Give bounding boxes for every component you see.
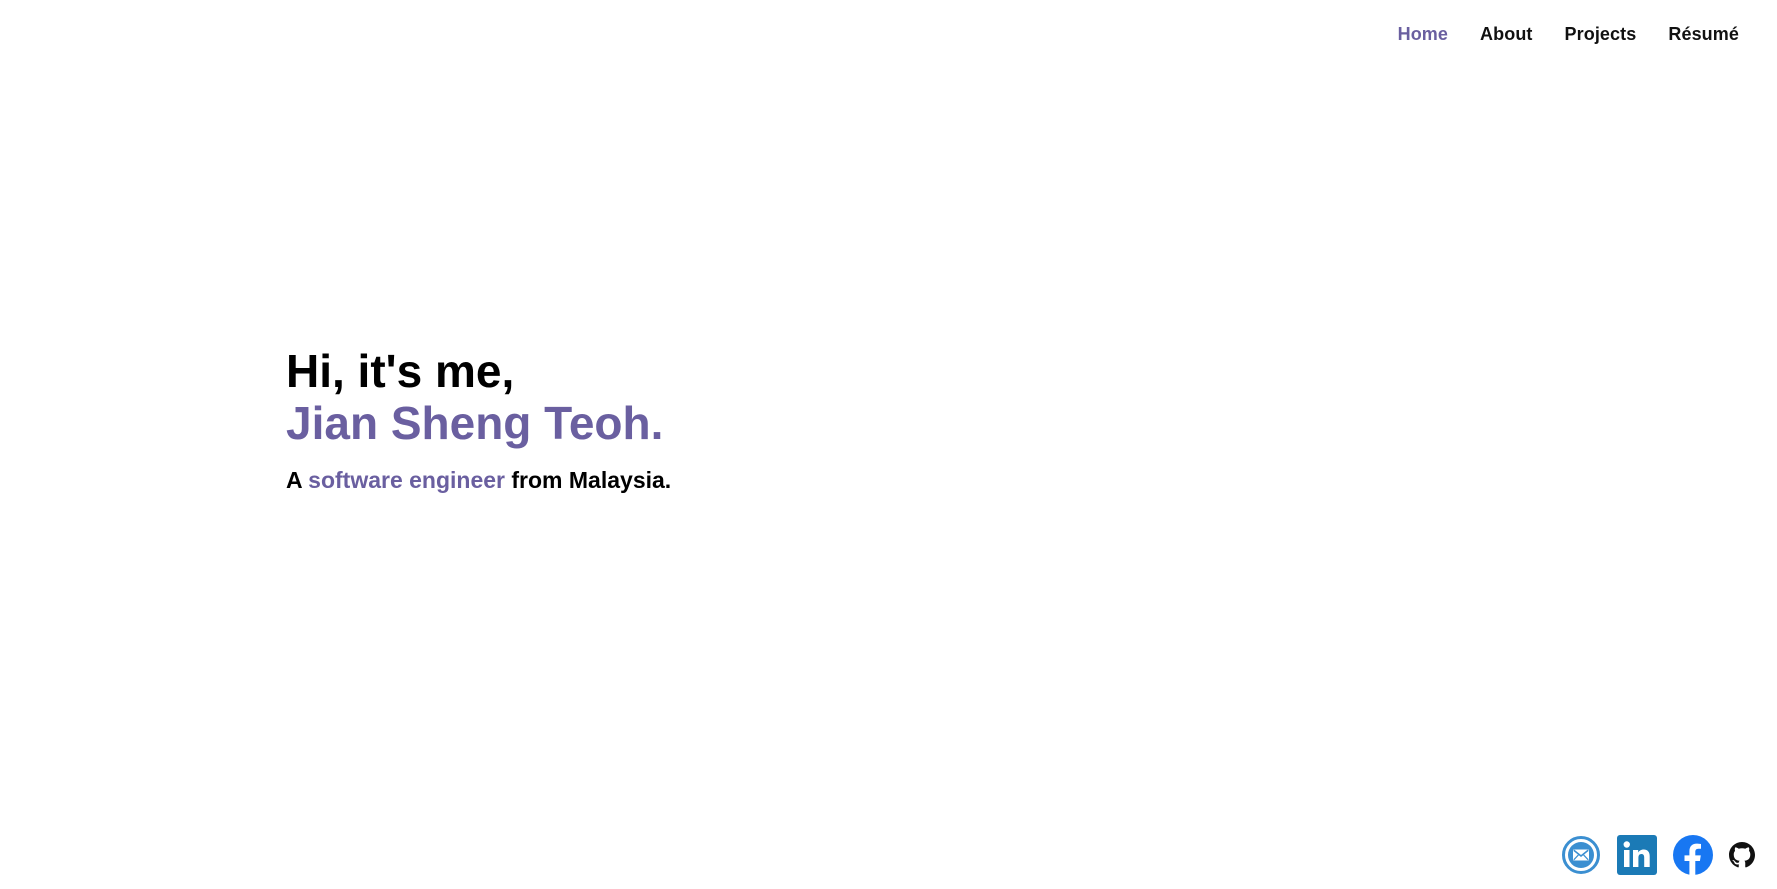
top-nav: Home About Projects Résumé <box>1398 24 1739 45</box>
hero-section: Hi, it's me, Jian Sheng Teoh. A software… <box>286 345 671 494</box>
linkedin-icon <box>1617 835 1657 875</box>
linkedin-link[interactable] <box>1617 835 1657 875</box>
hero-name: Jian Sheng Teoh. <box>286 397 664 449</box>
github-icon <box>1729 842 1755 868</box>
nav-resume-link[interactable]: Résumé <box>1668 24 1739 45</box>
tagline-suffix: from Malaysia. <box>505 467 672 493</box>
email-icon <box>1562 836 1600 874</box>
nav-projects-link[interactable]: Projects <box>1565 24 1637 45</box>
hero-tagline: A software engineer from Malaysia. <box>286 467 671 494</box>
nav-about-link[interactable]: About <box>1480 24 1532 45</box>
facebook-link[interactable] <box>1673 835 1713 875</box>
tagline-highlight: software engineer <box>308 467 505 493</box>
hero-greeting: Hi, it's me, <box>286 345 515 397</box>
tagline-prefix: A <box>286 467 309 493</box>
nav-home-link[interactable]: Home <box>1398 24 1448 45</box>
page: Home About Projects Résumé Hi, it's me, … <box>0 0 1777 889</box>
github-link[interactable] <box>1729 842 1755 868</box>
email-link[interactable] <box>1561 835 1601 875</box>
social-links <box>1561 835 1755 875</box>
facebook-icon <box>1673 835 1713 875</box>
